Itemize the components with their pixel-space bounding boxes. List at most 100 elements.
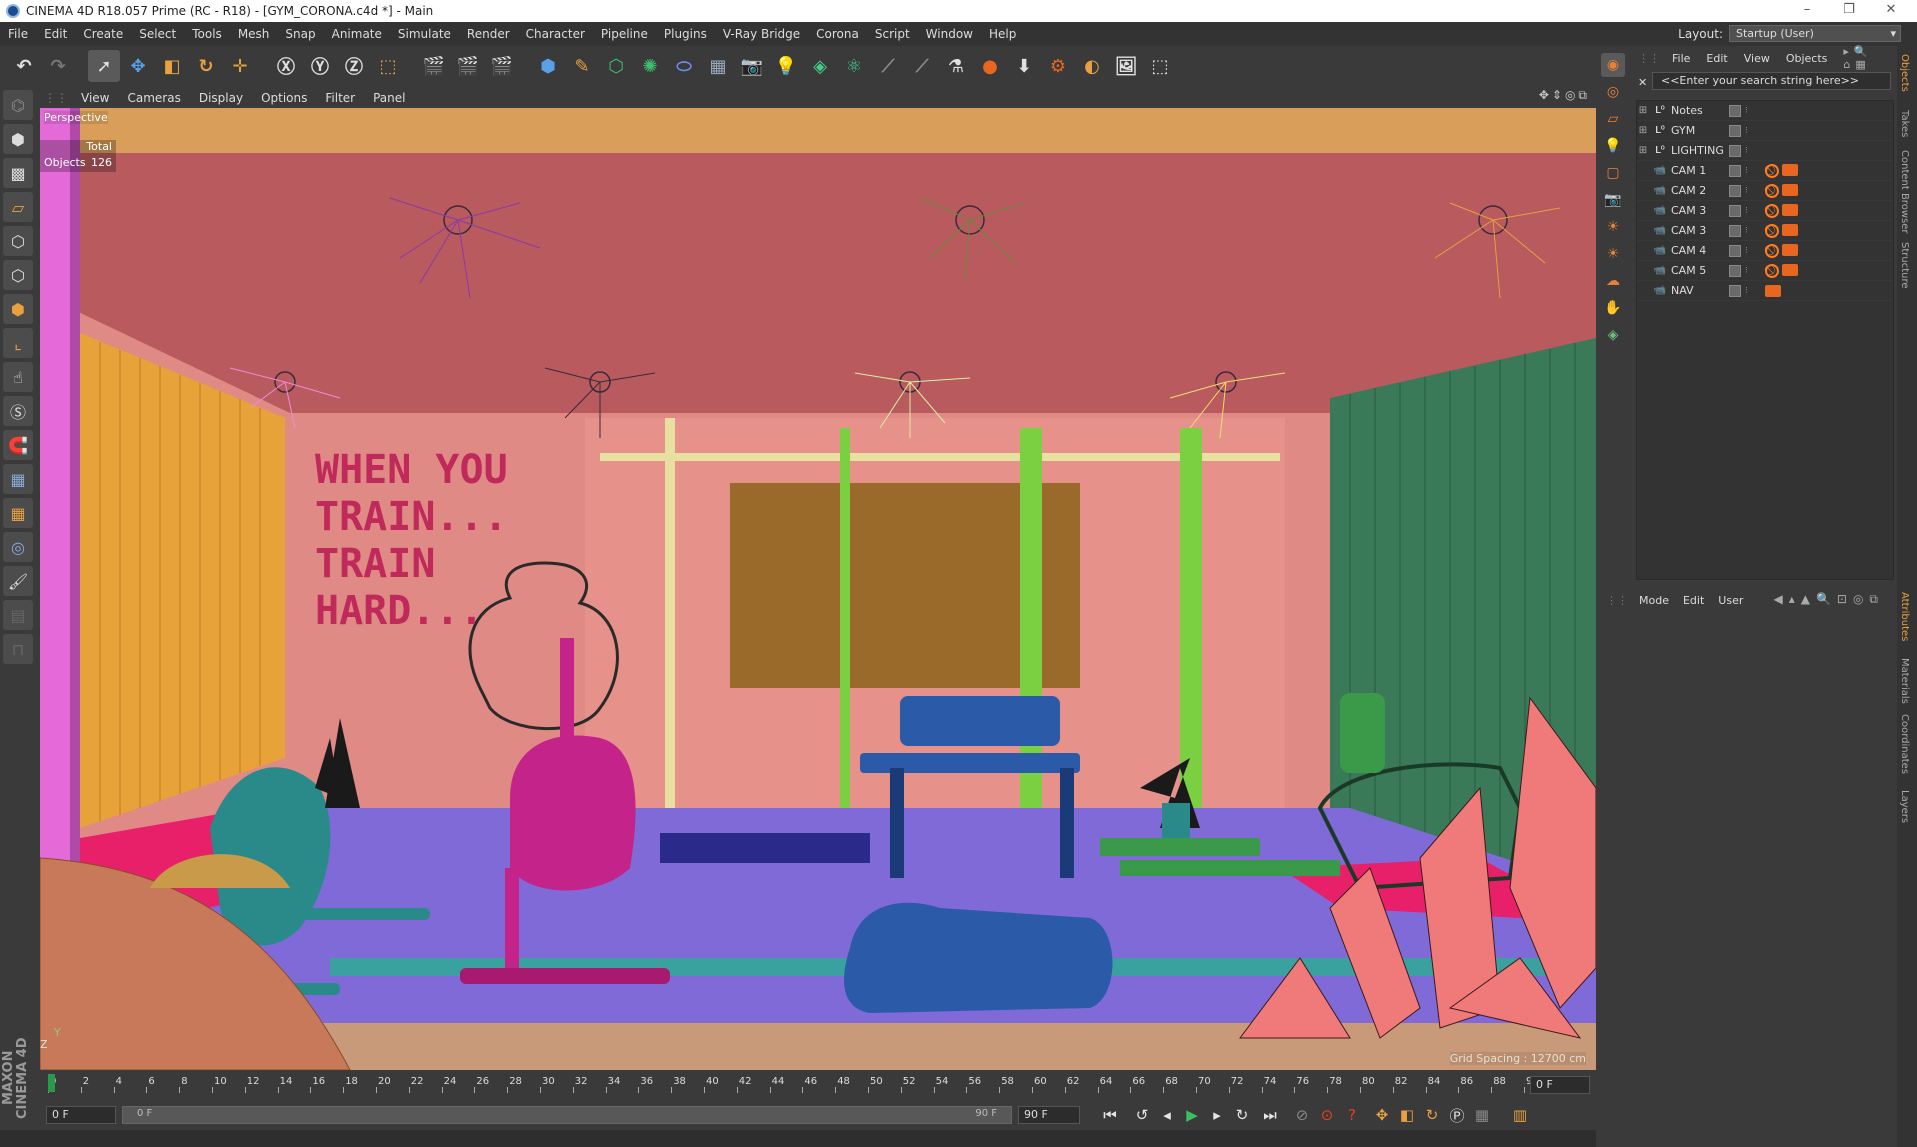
array-icon[interactable]: ✺ xyxy=(634,50,666,82)
menu-tools[interactable]: Tools xyxy=(184,27,230,41)
object-name[interactable]: CAM 1 xyxy=(1671,164,1727,177)
menu-character[interactable]: Character xyxy=(518,27,593,41)
layer-swatch[interactable] xyxy=(1729,264,1741,277)
layer-swatch[interactable] xyxy=(1729,184,1741,197)
tab-structure[interactable]: Structure xyxy=(1899,242,1910,289)
coordinate-system-icon[interactable]: ⬚ xyxy=(372,50,404,82)
menu-mesh[interactable]: Mesh xyxy=(230,27,278,41)
edit-render-settings-icon[interactable]: 🎬 xyxy=(486,50,518,82)
corona-sun-icon[interactable]: ☀ xyxy=(1601,215,1625,239)
am-menu-mode[interactable]: Mode xyxy=(1632,594,1676,607)
polygons-mode-icon[interactable]: ⬢ xyxy=(3,294,33,324)
enable-snap-icon[interactable]: 🧲 xyxy=(3,430,33,460)
viewport-menu-display[interactable]: Display xyxy=(190,91,252,105)
object-name[interactable]: CAM 3 xyxy=(1671,224,1727,237)
workplane-lock-icon[interactable]: ▦ xyxy=(3,464,33,494)
object-row[interactable]: 📹 CAM 4 ⁝⃠ xyxy=(1637,241,1893,261)
layer-swatch[interactable] xyxy=(1729,124,1741,137)
points-mode-icon[interactable]: ⬡ xyxy=(3,226,33,256)
make-editable-icon[interactable]: ⌬ xyxy=(3,90,33,120)
protection-tag-icon[interactable]: ⃠ xyxy=(1765,263,1779,278)
hair-icon[interactable]: ⟋ xyxy=(872,50,904,82)
menu-corona[interactable]: Corona xyxy=(808,27,867,41)
visibility-dots[interactable]: ⁝ xyxy=(1745,246,1748,256)
edges-mode-icon[interactable]: ⬡ xyxy=(3,260,33,290)
corona-light-icon[interactable]: 💡 xyxy=(1601,134,1625,158)
object-name[interactable]: Notes xyxy=(1671,104,1727,117)
viewport-menu-cameras[interactable]: Cameras xyxy=(118,91,189,105)
rotate-tool-icon[interactable]: ↻ xyxy=(190,50,222,82)
corona-camera-tag-icon[interactable] xyxy=(1782,243,1798,256)
select-tool-icon[interactable]: ➚ xyxy=(88,50,120,82)
layer-swatch[interactable] xyxy=(1729,284,1741,297)
previous-frame-icon[interactable]: ◂ xyxy=(1155,1104,1179,1126)
expand-icon[interactable]: ⊞ xyxy=(1637,105,1649,116)
corona-proxy-icon[interactable]: ▢ xyxy=(1601,161,1625,185)
picture-viewer-icon[interactable]: 🖼 xyxy=(1110,50,1142,82)
layer-swatch[interactable] xyxy=(1729,164,1741,177)
timeline-window-icon[interactable]: ▥ xyxy=(1508,1104,1532,1126)
previous-key-icon[interactable]: ↺ xyxy=(1130,1104,1154,1126)
menu-animate[interactable]: Animate xyxy=(324,27,390,41)
key-parameter-icon[interactable]: Ⓟ xyxy=(1445,1104,1469,1126)
solo-icon[interactable]: ◎ xyxy=(3,532,33,562)
expand-icon[interactable]: ⊞ xyxy=(1637,125,1649,136)
viewport-menu-panel[interactable]: Panel xyxy=(364,91,414,105)
om-menu-file[interactable]: File xyxy=(1664,52,1698,65)
menu-select[interactable]: Select xyxy=(131,27,184,41)
om-menu-edit[interactable]: Edit xyxy=(1698,52,1735,65)
menu-script[interactable]: Script xyxy=(867,27,918,41)
corona-camera-tag-icon[interactable] xyxy=(1782,223,1798,236)
timeline-ruler[interactable]: 0246810121416182022242628303234363840424… xyxy=(40,1070,1596,1098)
object-row[interactable]: 📹 CAM 5 ⁝⃠ xyxy=(1637,261,1893,281)
protection-tag-icon[interactable]: ⃠ xyxy=(1765,183,1779,198)
corona-converter-icon[interactable]: ◈ xyxy=(1601,323,1625,347)
close-button[interactable]: ✕ xyxy=(1871,0,1911,22)
tweak-mode-icon[interactable]: ☝ xyxy=(3,362,33,392)
import-icon[interactable]: ⬇ xyxy=(1008,50,1040,82)
x-axis-lock-icon[interactable]: Ⓧ xyxy=(270,50,302,82)
menu-help[interactable]: Help xyxy=(981,27,1024,41)
visibility-dots[interactable]: ⁝ xyxy=(1745,126,1748,136)
visibility-dots[interactable]: ⁝ xyxy=(1745,106,1748,116)
cube-object-icon[interactable]: ⬢ xyxy=(532,50,564,82)
menu-v-ray-bridge[interactable]: V-Ray Bridge xyxy=(715,27,808,41)
layer-swatch[interactable] xyxy=(1729,144,1741,157)
framebuffer-icon[interactable]: ⬚ xyxy=(1144,50,1176,82)
visibility-dots[interactable]: ⁝ xyxy=(1745,146,1748,156)
object-row[interactable]: 📹 CAM 2 ⁝⃠ xyxy=(1637,181,1893,201)
dynamics-icon[interactable]: ⚗ xyxy=(940,50,972,82)
om-menu-objects[interactable]: Objects xyxy=(1778,52,1836,65)
protection-tag-icon[interactable]: ⃠ xyxy=(1765,203,1779,218)
go-to-start-icon[interactable]: ⏮ xyxy=(1098,1104,1122,1126)
corona-camera-tag-icon[interactable] xyxy=(1782,163,1798,176)
protection-tag-icon[interactable]: ⃠ xyxy=(1765,243,1779,258)
viewport-menu-view[interactable]: View xyxy=(72,91,118,105)
object-name[interactable]: GYM xyxy=(1671,124,1727,137)
layout-dropdown[interactable]: Startup (User) xyxy=(1729,25,1901,42)
object-name[interactable]: CAM 3 xyxy=(1671,204,1727,217)
camera-label[interactable]: Perspective xyxy=(44,111,108,124)
record-icon[interactable]: ⊙ xyxy=(1315,1104,1339,1126)
layer-swatch[interactable] xyxy=(1729,104,1741,117)
visibility-dots[interactable]: ⁝ xyxy=(1745,206,1748,216)
autokey-icon[interactable]: ? xyxy=(1340,1104,1364,1126)
snap-icon[interactable]: Ⓢ xyxy=(3,396,33,426)
sculpt-icon[interactable]: ⟋ xyxy=(906,50,938,82)
frame-range-slider[interactable]: 0 F 90 F xyxy=(122,1106,1012,1124)
menu-edit[interactable]: Edit xyxy=(36,27,75,41)
workplane-icon[interactable]: ▱ xyxy=(3,192,33,222)
visibility-dots[interactable]: ⁝ xyxy=(1745,266,1748,276)
am-toolbar-icons[interactable]: ◀▴▲🔍⊡◎⧉ xyxy=(1766,592,1891,607)
restore-button[interactable]: ❐ xyxy=(1829,0,1869,22)
key-position-icon[interactable]: ✥ xyxy=(1370,1104,1394,1126)
corona-vfb-icon[interactable]: ◉ xyxy=(1601,53,1625,77)
current-frame-field[interactable]: 0 F xyxy=(1530,1076,1590,1094)
object-name[interactable]: CAM 5 xyxy=(1671,264,1727,277)
model-mode-icon[interactable]: ⬢ xyxy=(3,124,33,154)
menu-pipeline[interactable]: Pipeline xyxy=(593,27,656,41)
visibility-dots[interactable]: ⁝ xyxy=(1745,286,1748,296)
menu-file[interactable]: File xyxy=(0,27,36,41)
corona-material-icon[interactable]: ▱ xyxy=(1601,107,1625,131)
search-input[interactable]: <<Enter your search string here>> xyxy=(1652,72,1891,90)
